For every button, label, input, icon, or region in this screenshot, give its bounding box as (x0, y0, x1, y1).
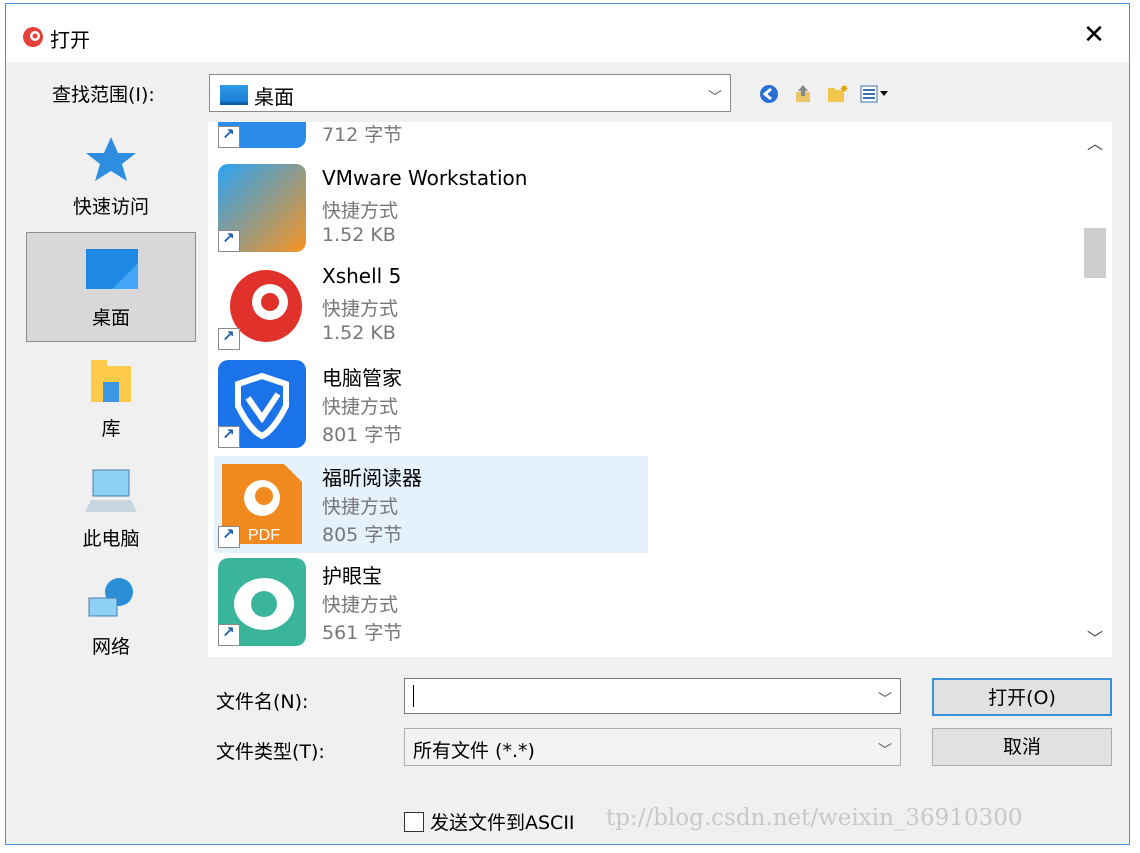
toolbar: ✸ (758, 82, 890, 106)
place-label: 网络 (91, 636, 130, 658)
file-size: 712 字节 (322, 124, 403, 146)
computer-icon (85, 469, 137, 512)
file-type: 快捷方式 (322, 396, 399, 418)
list-item[interactable]: VMware Workstation 快捷方式 1.52 KB (214, 160, 648, 257)
view-menu-icon[interactable] (860, 83, 890, 105)
back-icon[interactable] (758, 83, 780, 105)
chevron-down-icon: ﹀ (878, 743, 892, 759)
shortcut-arrow-icon (218, 425, 240, 448)
text-caret (413, 685, 414, 707)
desktop-icon (86, 249, 138, 289)
file-name-label: 文件名(N): (216, 691, 309, 713)
shortcut-arrow-icon (218, 229, 240, 252)
send-ascii-label: 发送文件到ASCII (430, 812, 575, 834)
file-type-dropdown[interactable]: 所有文件 (*.*) ﹀ (404, 728, 901, 766)
place-label: 快速访问 (72, 196, 149, 218)
send-ascii-checkbox[interactable] (404, 811, 424, 832)
look-in-value: 桌面 (254, 85, 294, 109)
list-item[interactable]: 712 字节 (214, 122, 648, 153)
list-item[interactable]: 电脑管家 快捷方式 801 字节 (214, 356, 648, 453)
list-item[interactable]: Xshell 5 快捷方式 1.52 KB (214, 258, 648, 355)
place-this-pc[interactable]: 此电脑 (26, 454, 196, 564)
scroll-thumb[interactable] (1084, 228, 1106, 278)
place-label: 库 (101, 418, 121, 440)
places-bar: 快速访问 桌面 库 此电脑 网络 (22, 122, 200, 662)
place-label: 桌面 (91, 307, 130, 329)
file-name: Xshell 5 (322, 264, 402, 288)
dialog-title: 打开 (50, 28, 90, 52)
chevron-up-icon[interactable]: ︿ (1078, 130, 1112, 158)
svg-text:✸: ✸ (840, 84, 848, 95)
star-icon (86, 137, 136, 181)
file-type: 快捷方式 (322, 496, 399, 518)
xshell-app-icon (23, 27, 43, 47)
file-type: 快捷方式 (322, 298, 399, 320)
title-bar: 打开 ✕ (6, 4, 1129, 62)
file-name: 护眼宝 (322, 564, 382, 588)
watermark: tp://blog.csdn.net/weixin_36910300 (606, 805, 1023, 831)
file-type-value: 所有文件 (*.*) (413, 740, 535, 762)
file-type: 快捷方式 (322, 200, 399, 222)
shortcut-arrow-icon (218, 327, 240, 350)
shortcut-arrow-icon (218, 623, 240, 646)
place-network[interactable]: 网络 (26, 562, 196, 672)
list-item[interactable]: PDF 福昕阅读器 快捷方式 805 字节 (214, 456, 648, 553)
open-button[interactable]: 打开(O) (932, 678, 1112, 716)
file-name-input[interactable]: ﹀ (404, 678, 901, 714)
file-name: VMware Workstation (322, 166, 528, 190)
file-type: 快捷方式 (322, 594, 399, 616)
file-size: 561 字节 (322, 622, 403, 644)
place-label: 此电脑 (82, 528, 140, 550)
shortcut-arrow-icon (218, 125, 240, 148)
look-in-dropdown[interactable]: 桌面 ﹀ (209, 74, 731, 112)
place-desktop[interactable]: 桌面 (26, 232, 196, 342)
list-item[interactable]: 护眼宝 快捷方式 561 字节 (214, 554, 648, 651)
place-quick-access[interactable]: 快速访问 (26, 122, 196, 232)
file-size: 801 字节 (322, 424, 403, 446)
file-name: 电脑管家 (322, 366, 402, 390)
file-type-label: 文件类型(T): (216, 741, 325, 763)
send-ascii-option: 发送文件到ASCII (404, 808, 575, 835)
svg-text:PDF: PDF (248, 527, 280, 544)
chevron-down-icon[interactable]: ﹀ (878, 689, 892, 709)
file-size: 1.52 KB (322, 224, 396, 246)
open-dialog: 打开 ✕ 查找范围(I): 桌面 ﹀ ✸ 快速访问 桌面 库 此电脑 网络 ↗ … (5, 3, 1130, 845)
vertical-scrollbar[interactable]: ︿ ﹀ (1078, 122, 1112, 657)
library-icon (91, 360, 131, 402)
close-button[interactable]: ✕ (1077, 18, 1111, 52)
chevron-down-icon[interactable]: ﹀ (1078, 625, 1112, 653)
desktop-folder-icon (220, 85, 248, 105)
file-name: 福昕阅读器 (322, 466, 422, 490)
new-folder-icon[interactable]: ✸ (826, 83, 848, 105)
shortcut-arrow-icon (218, 525, 240, 548)
file-size: 1.52 KB (322, 322, 396, 344)
look-in-label: 查找范围(I): (52, 84, 155, 106)
chevron-down-icon: ﹀ (708, 90, 722, 106)
cancel-button[interactable]: 取消 (932, 728, 1112, 766)
file-size: 805 字节 (322, 524, 403, 546)
place-library[interactable]: 库 (26, 344, 196, 454)
network-icon (88, 578, 133, 617)
file-list[interactable]: 712 字节 VMware Workstation 快捷方式 1.52 KB X… (208, 122, 1108, 657)
up-folder-icon[interactable] (792, 83, 814, 105)
